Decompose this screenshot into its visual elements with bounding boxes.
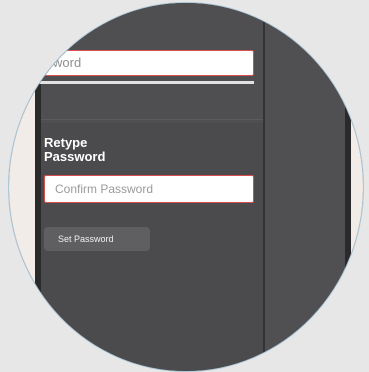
side-panel [265,3,345,371]
password-strength-fill [29,81,38,84]
password-strength-meter [29,81,254,84]
retype-label-line1: Retype [44,135,88,150]
section-divider [41,119,263,120]
screenshot-stage: ssword Retype Password Set Password [0,0,369,372]
password-input[interactable]: ssword [29,50,254,76]
password-input-text: ssword [40,55,82,70]
set-password-button[interactable]: Set Password [44,227,150,251]
retype-label-line2: Password [44,149,106,164]
magnifier-lens: ssword Retype Password Set Password [8,2,364,372]
panel-edge-right [345,3,351,371]
retype-password-label: Retype Password [44,136,164,164]
confirm-password-input[interactable] [44,175,254,203]
